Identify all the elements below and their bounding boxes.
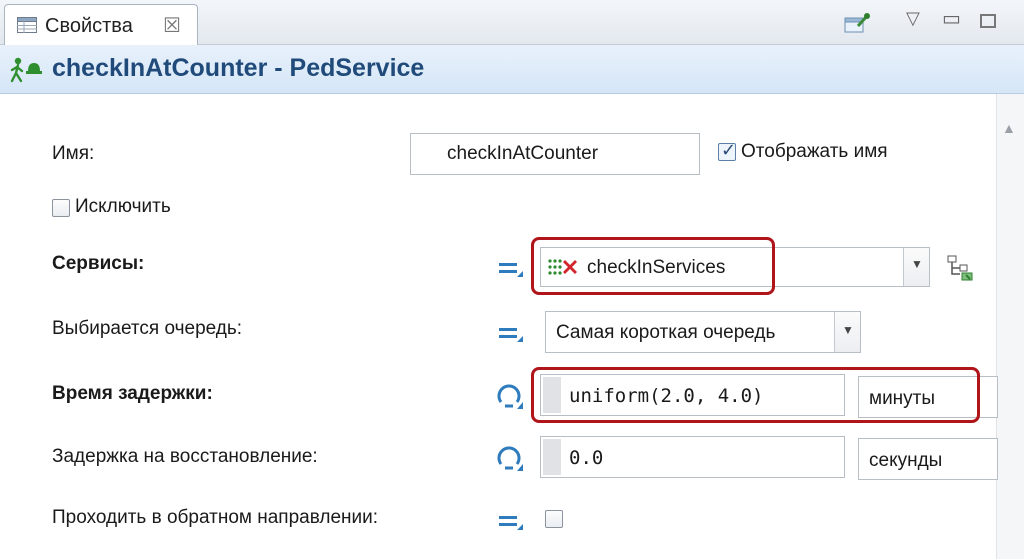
name-label: Имя: [52, 143, 95, 164]
vertical-scrollbar[interactable] [996, 94, 1024, 559]
services-label: Сервисы: [52, 253, 145, 274]
properties-title-bar: checkInAtCounter - PedService [0, 45, 1024, 94]
code-field-margin [543, 439, 561, 475]
minimize-icon[interactable]: ▭ [942, 6, 961, 31]
queue-selection-combobox[interactable]: Самая короткая очередь ▼ [545, 311, 861, 353]
name-input[interactable]: checkInAtCounter [410, 133, 700, 175]
table-icon [17, 17, 37, 33]
static-value-icon[interactable] [497, 257, 525, 279]
reverse-direction-checkbox[interactable] [545, 510, 563, 528]
delay-highlight [531, 367, 980, 423]
recovery-unit-value: секунды [869, 450, 943, 471]
close-icon[interactable]: ☒ [163, 13, 181, 38]
tab-label: Свойства [45, 15, 133, 37]
pin-editor-icon[interactable] [844, 12, 870, 34]
chevron-down-icon: ▼ [842, 323, 854, 337]
properties-title: checkInAtCounter - PedService [52, 54, 425, 82]
view-menu-icon[interactable]: ▽ [906, 8, 920, 29]
maximize-icon[interactable] [980, 14, 996, 28]
chevron-down-icon: ▼ [911, 257, 923, 271]
recovery-delay-input[interactable]: 0.0 [540, 436, 845, 478]
services-highlight [531, 237, 775, 295]
services-dropdown-button[interactable]: ▼ [903, 248, 929, 286]
dynamic-value-icon[interactable] [495, 384, 525, 410]
exclude-label: Исключить [75, 196, 171, 217]
checkmark-icon: ✓ [721, 140, 737, 160]
delay-label: Время задержки: [52, 383, 213, 404]
dynamic-value-icon[interactable] [495, 446, 525, 472]
static-value-icon[interactable] [497, 322, 525, 344]
pedestrian-service-icon [10, 57, 42, 83]
tab-properties[interactable]: Свойства ☒ [4, 4, 198, 45]
scroll-up-icon[interactable]: ▲ [1002, 120, 1016, 136]
recovery-label: Задержка на восстановление: [52, 446, 318, 467]
view-tab-bar: Свойства ☒ ▽ ▭ [0, 0, 1024, 45]
reverse-label: Проходить в обратном направлении: [52, 507, 379, 528]
exclude-checkbox[interactable] [52, 199, 70, 217]
queue-label: Выбирается очередь: [52, 318, 243, 339]
show-name-checkbox[interactable]: ✓ [718, 140, 737, 161]
recovery-unit-combobox[interactable]: секунды [858, 438, 998, 480]
show-name-label: Отображать имя [741, 141, 888, 162]
queue-value: Самая короткая очередь [556, 322, 776, 343]
queue-dropdown-button[interactable]: ▼ [834, 312, 860, 352]
name-value: checkInAtCounter [447, 143, 599, 164]
select-in-graph-icon[interactable] [946, 254, 976, 282]
static-value-icon[interactable] [497, 510, 525, 532]
recovery-value: 0.0 [569, 447, 604, 469]
